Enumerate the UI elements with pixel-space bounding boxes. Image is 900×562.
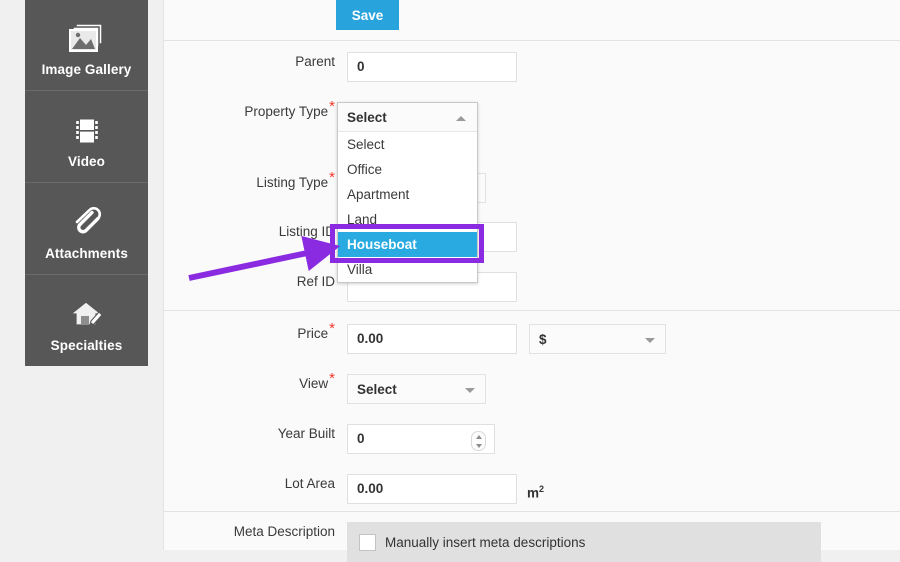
sidebar-item-video[interactable]: Video xyxy=(25,91,148,183)
year-built-input[interactable]: 0 xyxy=(347,424,495,454)
lot-area-unit: m2 xyxy=(527,484,545,501)
sidebar-item-label: Video xyxy=(67,153,105,169)
video-film-icon xyxy=(74,105,100,145)
main-form-panel: Save Parent 0 Property Type* Listing Typ… xyxy=(163,0,900,562)
view-label: View* xyxy=(299,370,335,391)
view-select[interactable]: Select xyxy=(347,374,486,404)
price-input[interactable]: 0.00 xyxy=(347,324,517,354)
form-row-year-built: Year Built 0 xyxy=(164,424,900,454)
form-row-ref-id: Ref ID xyxy=(164,272,900,302)
app-root: Image Gallery Video Attachments Specialt… xyxy=(0,0,900,562)
sidebar-item-label: Specialties xyxy=(50,337,123,353)
dropdown-option-apartment[interactable]: Apartment xyxy=(338,182,477,207)
section-divider xyxy=(164,310,900,311)
meta-description-label: Meta Description xyxy=(233,524,335,539)
form-row-parent: Parent 0 xyxy=(164,52,900,82)
left-sidebar: Image Gallery Video Attachments Specialt… xyxy=(25,0,148,366)
form-row-view: View* Select xyxy=(164,370,900,404)
form-row-lot-area: Lot Area 0.00 m2 xyxy=(164,474,900,509)
stepper-up-icon[interactable] xyxy=(475,434,482,439)
parent-input[interactable]: 0 xyxy=(347,52,517,82)
required-mark: * xyxy=(329,370,335,387)
house-pencil-icon xyxy=(69,289,104,329)
image-gallery-icon xyxy=(68,13,105,53)
section-divider xyxy=(164,511,900,512)
required-mark: * xyxy=(329,98,335,115)
year-built-stepper[interactable] xyxy=(471,431,486,451)
year-built-label: Year Built xyxy=(277,426,335,441)
parent-label: Parent xyxy=(295,54,335,69)
sidebar-item-specialties[interactable]: Specialties xyxy=(25,275,148,366)
form-row-property-type: Property Type* xyxy=(164,98,900,122)
form-row-listing-id: Listing ID xyxy=(164,222,900,252)
listing-type-label: Listing Type* xyxy=(256,169,335,190)
lot-area-input[interactable]: 0.00 xyxy=(347,474,517,504)
dropdown-option-houseboat[interactable]: Houseboat xyxy=(338,232,477,257)
property-type-label: Property Type* xyxy=(244,98,335,119)
chevron-down-icon xyxy=(465,388,475,393)
manual-meta-checkbox-label: Manually insert meta descriptions xyxy=(385,534,586,550)
property-type-dropdown-header[interactable]: Select xyxy=(338,103,477,132)
listing-id-label: Listing ID xyxy=(278,224,335,239)
dropdown-option-villa[interactable]: Villa xyxy=(338,257,477,282)
sidebar-item-image-gallery[interactable]: Image Gallery xyxy=(25,0,148,91)
currency-value: $ xyxy=(539,331,547,347)
form-row-price: Price* 0.00 $ xyxy=(164,320,900,354)
required-mark: * xyxy=(329,320,335,337)
form-row-meta-description: Meta Description Manually insert meta de… xyxy=(164,522,900,562)
stepper-down-icon[interactable] xyxy=(475,443,482,448)
required-mark: * xyxy=(329,169,335,186)
ref-id-label: Ref ID xyxy=(296,274,335,289)
paperclip-icon xyxy=(72,197,102,237)
dropdown-option-land[interactable]: Land xyxy=(338,207,477,232)
dropdown-option-select[interactable]: Select xyxy=(338,132,477,157)
manual-meta-checkbox[interactable] xyxy=(359,533,376,551)
sidebar-item-label: Attachments xyxy=(45,245,128,261)
meta-description-box: Manually insert meta descriptions xyxy=(347,522,821,562)
save-button[interactable]: Save xyxy=(336,0,399,30)
property-type-dropdown[interactable]: Select Select Office Apartment Land Hous… xyxy=(337,102,478,283)
sidebar-item-attachments[interactable]: Attachments xyxy=(25,183,148,275)
form-row-listing-type: Listing Type* xyxy=(164,169,900,203)
price-label: Price* xyxy=(297,320,335,341)
sidebar-item-label: Image Gallery xyxy=(41,61,132,77)
chevron-down-icon xyxy=(645,338,655,343)
lot-area-label: Lot Area xyxy=(284,476,335,491)
chevron-up-icon xyxy=(456,116,466,121)
property-type-selected-value: Select xyxy=(347,109,387,125)
section-divider xyxy=(164,40,900,41)
currency-select[interactable]: $ xyxy=(529,324,666,354)
view-value: Select xyxy=(357,381,397,397)
dropdown-option-office[interactable]: Office xyxy=(338,157,477,182)
year-built-value: 0 xyxy=(357,431,365,446)
